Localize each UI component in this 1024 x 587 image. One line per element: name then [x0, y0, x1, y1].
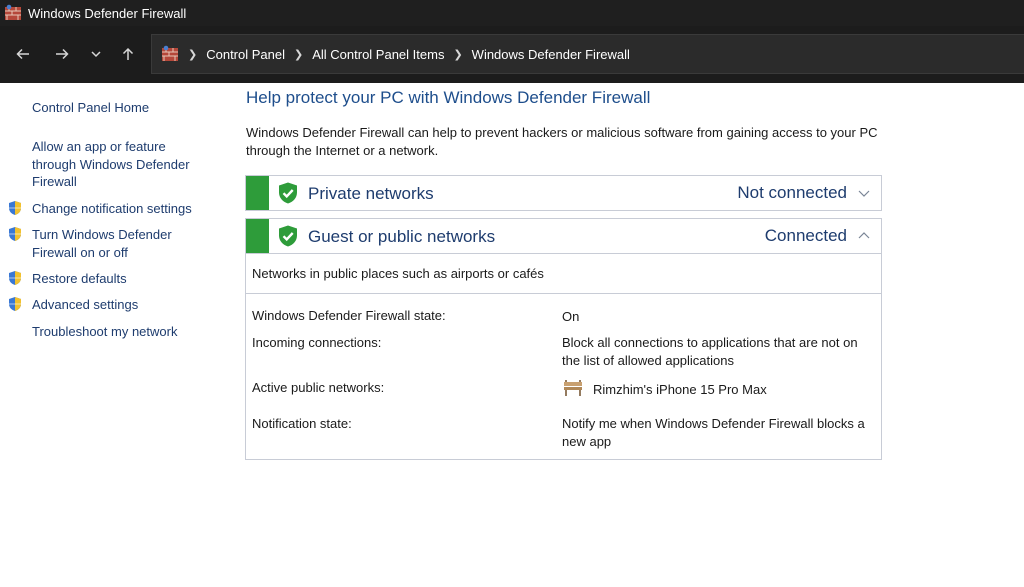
notification-state-value: Notify me when Windows Defender Firewall…	[562, 416, 865, 449]
incoming-connections-value: Block all connections to applications th…	[562, 335, 858, 368]
public-networks-details: Windows Defender Firewall state: On Inco…	[246, 293, 881, 459]
private-networks-header[interactable]: Private networks Not connected	[246, 176, 881, 210]
back-button[interactable]	[10, 41, 36, 67]
control-panel-home-link[interactable]: Control Panel Home	[32, 99, 217, 117]
restore-defaults-link[interactable]: Restore defaults	[32, 270, 217, 288]
public-networks-title: Guest or public networks	[308, 227, 496, 246]
uac-shield-icon	[9, 227, 21, 241]
breadcrumb-all-items[interactable]: All Control Panel Items	[312, 47, 444, 62]
active-networks-label: Active public networks:	[252, 380, 385, 395]
public-networks-status: Connected	[764, 226, 847, 245]
chevron-down-icon	[91, 51, 101, 58]
green-check-shield-icon	[279, 182, 297, 204]
allow-app-link[interactable]: Allow an app or feature through Windows …	[32, 138, 212, 191]
breadcrumb-firewall[interactable]: Windows Defender Firewall	[472, 47, 630, 62]
uac-shield-icon	[9, 297, 21, 311]
forward-button[interactable]	[49, 41, 75, 67]
troubleshoot-network-link[interactable]: Troubleshoot my network	[32, 323, 217, 341]
private-networks-status: Not connected	[737, 183, 847, 202]
turn-firewall-on-off-link[interactable]: Turn Windows Defender Firewall on or off	[32, 226, 192, 261]
breadcrumb-control-panel[interactable]: Control Panel	[206, 47, 285, 62]
title-bar: Windows Defender Firewall	[0, 0, 1024, 26]
advanced-settings-link[interactable]: Advanced settings	[32, 296, 217, 314]
navigation-bar: ❯ Control Panel ❯ All Control Panel Item…	[0, 26, 1024, 83]
window-title: Windows Defender Firewall	[28, 5, 187, 21]
status-bar	[246, 219, 269, 253]
back-arrow-icon	[16, 48, 29, 60]
firewall-state-label: Windows Defender Firewall state:	[252, 308, 446, 323]
breadcrumb-separator[interactable]: ❯	[188, 48, 197, 61]
uac-shield-icon	[9, 271, 21, 285]
chevron-down-icon[interactable]	[857, 186, 871, 200]
public-networks-panel: Guest or public networks Connected Netwo…	[245, 218, 882, 460]
uac-shield-icon	[9, 201, 21, 215]
intro-text: Windows Defender Firewall can help to pr…	[246, 125, 878, 158]
incoming-connections-label: Incoming connections:	[252, 335, 382, 350]
breadcrumb-separator[interactable]: ❯	[453, 48, 462, 61]
firewall-brick-icon	[162, 45, 178, 61]
bench-network-icon	[564, 380, 582, 396]
address-bar[interactable]: ❯ Control Panel ❯ All Control Panel Item…	[151, 34, 1024, 74]
firewall-state-value: On	[562, 309, 580, 324]
private-networks-title: Private networks	[308, 184, 434, 203]
public-networks-header[interactable]: Guest or public networks Connected	[246, 219, 881, 253]
recent-locations-button[interactable]	[83, 41, 109, 67]
chevron-up-icon[interactable]	[857, 229, 871, 243]
page-heading: Help protect your PC with Windows Defend…	[246, 88, 651, 107]
status-bar	[246, 176, 269, 210]
green-check-shield-icon	[279, 225, 297, 247]
change-notification-settings-link[interactable]: Change notification settings	[32, 200, 217, 218]
up-button[interactable]	[115, 41, 141, 67]
active-network-name: Rimzhim's iPhone 15 Pro Max	[593, 382, 767, 397]
notification-state-label: Notification state:	[252, 416, 352, 431]
task-pane: Control Panel Home Allow an app or featu…	[0, 83, 225, 587]
private-networks-panel: Private networks Not connected	[245, 175, 882, 211]
firewall-brick-icon	[5, 4, 21, 20]
breadcrumb-separator[interactable]: ❯	[294, 48, 303, 61]
up-arrow-icon	[122, 47, 134, 60]
forward-arrow-icon	[56, 48, 69, 60]
public-networks-description: Networks in public places such as airpor…	[246, 253, 881, 293]
